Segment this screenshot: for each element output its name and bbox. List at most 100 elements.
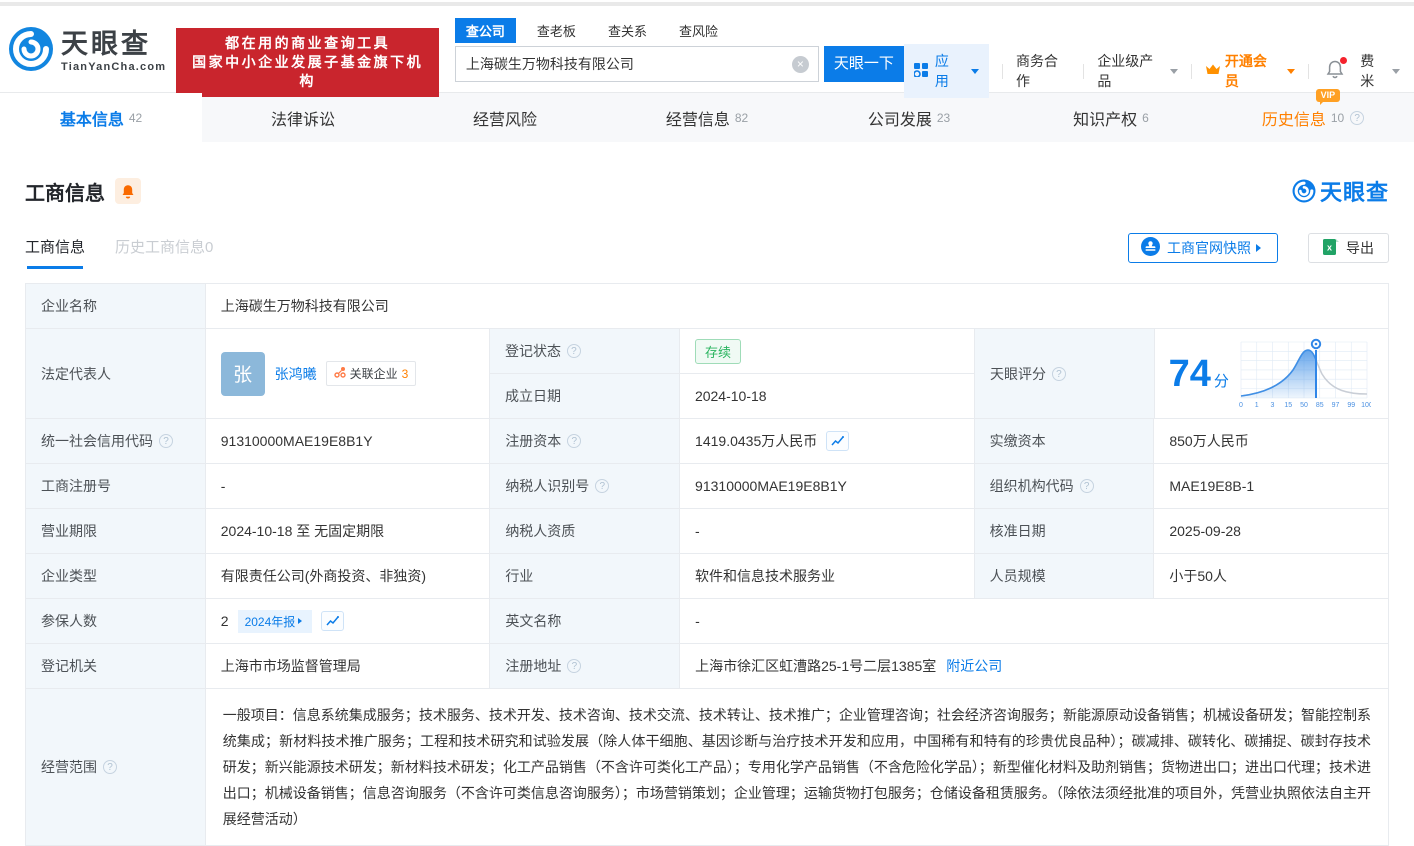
status-badge: 存续 (694, 338, 741, 364)
business-scope-value: 一般项目：信息系统集成服务；技术服务、技术开发、技术咨询、技术交流、技术转让、技… (222, 707, 1371, 827)
legal-rep-link[interactable]: 张鸿曦 (275, 364, 317, 384)
caret-down-icon (1392, 68, 1400, 78)
apps-grid-icon (913, 62, 928, 80)
field-label: 注册资本 ? (490, 419, 681, 463)
search-tab-company[interactable]: 查公司 (454, 18, 516, 43)
search-tab-relation[interactable]: 查关系 (597, 18, 658, 43)
field-label: 登记机关 (26, 644, 206, 688)
section-title: 工商信息 (25, 182, 105, 205)
notifications-bell-icon[interactable] (1326, 57, 1348, 82)
help-icon[interactable]: ? (567, 659, 582, 673)
nav-cooperation[interactable]: 商务合作 (1016, 51, 1070, 91)
export-button[interactable]: x 导出 (1308, 233, 1389, 263)
field-label: 纳税人资质 (490, 509, 681, 553)
table-row: 参保人数 2 2024年报 英文名称 - (26, 599, 1388, 644)
svg-text:x: x (1327, 242, 1332, 252)
trend-chart-icon[interactable] (321, 611, 345, 631)
tianyan-score-value: 74 (1168, 352, 1211, 395)
annual-report-badge[interactable]: 2024年报 (237, 609, 313, 633)
help-icon[interactable]: ? (1079, 479, 1094, 493)
search-tab-risk[interactable]: 查风险 (668, 18, 729, 43)
arrow-right-icon (1256, 244, 1265, 252)
taxpayer-id-value: 91310000MAE19E8B1Y (680, 464, 975, 508)
tab-basic-info[interactable]: 基本信息 42 (0, 93, 202, 142)
tab-legal-litigation[interactable]: 法律诉讼 (202, 93, 404, 142)
official-snapshot-button[interactable]: 工商官网快照 (1128, 233, 1278, 263)
credit-code-value: 91310000MAE19E8B1Y (206, 419, 491, 463)
search-input[interactable] (455, 47, 818, 81)
nav-enterprise-products[interactable]: 企业级产品 (1097, 51, 1178, 91)
network-icon (333, 366, 346, 381)
tab-business-info[interactable]: 经营信息 82 (606, 93, 808, 142)
open-vip-button[interactable]: 开通会员 (1205, 51, 1296, 91)
help-icon[interactable]: ? (103, 760, 117, 774)
company-type-value: 有限责任公司(外商投资、非独资) (206, 554, 491, 598)
svg-text:1: 1 (1255, 402, 1259, 408)
reg-authority-value: 上海市市场监督管理局 (206, 644, 491, 688)
company-name-value: 上海碳生万物科技有限公司 (220, 298, 389, 314)
approval-date-value: 2025-09-28 (1169, 523, 1241, 539)
svg-text:0: 0 (1239, 402, 1243, 408)
field-label: 成立日期 (489, 374, 680, 418)
score-distribution-chart: 0 1 3 15 50 85 97 99 100 (1237, 336, 1373, 411)
tab-operating-risk[interactable]: 经营风险 (404, 93, 606, 142)
staff-size-value: 小于50人 (1169, 568, 1227, 584)
field-label: 企业类型 (26, 554, 206, 598)
search-area: 查公司 查老板 查关系 查风险 × 天眼一下 (454, 18, 904, 82)
table-row: 经营范围 ? 一般项目：信息系统集成服务；技术服务、技术开发、技术咨询、技术交流… (26, 689, 1388, 845)
table-row: 营业期限 2024-10-18 至 无固定期限 纳税人资质 - 核准日期 202… (26, 509, 1388, 554)
tianyancha-watermark: 天眼查 (1292, 175, 1389, 207)
search-tabs: 查公司 查老板 查关系 查风险 (454, 18, 904, 43)
clear-search-icon[interactable]: × (791, 56, 809, 73)
stamp-icon (1141, 237, 1160, 259)
help-icon[interactable]: ? (567, 434, 582, 448)
tab-history-info[interactable]: VIP 历史信息 10 ? (1212, 88, 1414, 142)
subtab-business-registration[interactable]: 工商信息 (25, 236, 85, 269)
search-button[interactable]: 天眼一下 (823, 46, 904, 82)
subtab-history-registration[interactable]: 历史工商信息0 (115, 236, 213, 269)
field-label: 企业名称 (26, 284, 206, 328)
help-icon[interactable]: ? (566, 344, 581, 358)
brand-name: 天眼查 (61, 28, 151, 59)
company-nav-tabs: 基本信息 42 法律诉讼 经营风险 经营信息 82 公司发展 23 知识产权 6… (0, 88, 1414, 142)
help-icon[interactable]: ? (159, 434, 173, 448)
svg-text:15: 15 (1284, 402, 1292, 408)
field-label: 行业 (490, 554, 681, 598)
svg-text:3: 3 (1270, 402, 1274, 408)
apps-menu[interactable]: 应用 (903, 44, 989, 98)
org-code-value: MAE19E8B-1 (1169, 478, 1255, 494)
help-icon[interactable]: ? (595, 479, 610, 493)
crown-icon (1205, 63, 1221, 79)
site-header: 天眼查 TianYanCha.com 都在用的商业查询工具 国家中小企业发展子基… (0, 6, 1414, 98)
field-label: 统一社会信用代码 ? (26, 419, 206, 463)
help-icon[interactable]: ? (1051, 366, 1066, 381)
trend-chart-icon[interactable] (826, 431, 850, 451)
field-label: 核准日期 (974, 509, 1155, 553)
tab-intellectual-property[interactable]: 知识产权 6 (1010, 93, 1212, 142)
user-menu[interactable]: 费米 (1360, 51, 1400, 91)
svg-text:97: 97 (1331, 402, 1339, 408)
field-label: 英文名称 (490, 599, 681, 643)
monitor-bell-icon[interactable] (115, 178, 141, 204)
insured-count-value: 2 (220, 613, 229, 629)
table-row: 工商注册号 - 纳税人识别号 ? 91310000MAE19E8B1Y 组织机构… (26, 464, 1388, 509)
search-tab-boss[interactable]: 查老板 (526, 18, 587, 43)
field-label: 营业期限 (26, 509, 206, 553)
help-icon[interactable]: ? (1350, 110, 1365, 125)
notification-dot (1340, 57, 1348, 64)
reg-capital-value: 1419.0435万人民币 (695, 433, 818, 449)
table-row: 企业名称 上海碳生万物科技有限公司 (26, 284, 1388, 329)
field-label: 工商注册号 (26, 464, 206, 508)
taxpayer-quality-value: - (680, 509, 975, 553)
related-companies-badge[interactable]: 关联企业 3 (325, 361, 417, 386)
field-label: 参保人数 (26, 599, 206, 643)
tianyancha-logo-icon (8, 26, 54, 77)
nearby-companies-link[interactable]: 附近公司 (946, 656, 1002, 676)
svg-text:50: 50 (1300, 402, 1308, 408)
tab-company-development[interactable]: 公司发展 23 (808, 93, 1010, 142)
field-label: 实缴资本 (974, 419, 1155, 463)
tianyancha-logo[interactable]: 天眼查 TianYanCha.com (8, 26, 166, 77)
caret-down-icon (1287, 68, 1296, 78)
legal-rep-avatar[interactable]: 张 (220, 351, 265, 396)
table-row: 法定代表人 张 张鸿曦 关联企业 3 登记状态 ? 存续 成立日期 2024-1… (26, 329, 1388, 419)
